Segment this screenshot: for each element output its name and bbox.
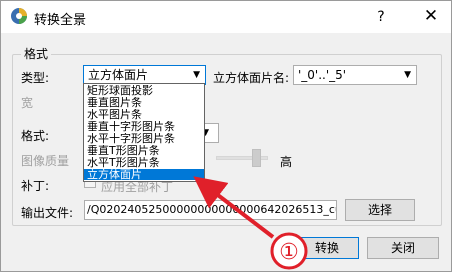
dropdown-option-equirectangular[interactable]: 矩形球面投影	[84, 85, 204, 96]
type-label: 类型:	[21, 71, 50, 85]
close-window-button[interactable]: ✕	[421, 6, 441, 26]
format-group-title: 格式	[21, 45, 52, 62]
dropdown-option-vertical-t[interactable]: 垂直T形图片条	[84, 145, 204, 156]
face-name-select[interactable]: '_0'..'_5' ▼	[293, 65, 417, 85]
dropdown-option-horizontal-strip[interactable]: 水平图片条	[84, 109, 204, 120]
type-dropdown-list: 矩形球面投影 垂直图片条 水平图片条 垂直十字形图片条 水平十字形图片条 垂直T…	[83, 83, 205, 182]
dropdown-option-cube-faces[interactable]: 立方体面片	[84, 169, 204, 180]
convert-panorama-dialog: 转换全景 ? ✕ 格式 类型: 立方体面片 ▼ 立方体面片名: '_0'..'_…	[0, 0, 452, 272]
type-select[interactable]: 立方体面片 ▼	[83, 65, 206, 85]
dropdown-option-vertical-cross[interactable]: 垂直十字形图片条	[84, 121, 204, 132]
convert-button[interactable]: 转换	[295, 237, 359, 259]
close-button[interactable]: 关闭	[367, 237, 439, 259]
quality-label: 图像质量	[21, 154, 70, 168]
app-icon	[11, 8, 27, 24]
quality-slider-thumb[interactable]	[252, 149, 261, 167]
chevron-down-icon: ▼	[404, 70, 411, 80]
dropdown-option-vertical-strip[interactable]: 垂直图片条	[84, 97, 204, 108]
output-file-field[interactable]: /Q02024052500000000000000642026513_cube.…	[84, 200, 337, 220]
dropdown-option-horizontal-t[interactable]: 水平T形图片条	[84, 157, 204, 168]
window-title: 转换全景	[34, 13, 87, 28]
format-label: 格式:	[21, 129, 50, 143]
quality-high-label: 高	[280, 155, 293, 169]
chevron-down-icon: ▼	[193, 70, 200, 80]
face-name-label: 立方体面片名:	[213, 71, 290, 85]
title-bar: 转换全景 ? ✕	[1, 1, 451, 33]
help-button[interactable]: ?	[373, 9, 389, 25]
width-label: 宽	[21, 96, 34, 110]
dropdown-option-horizontal-cross[interactable]: 水平十字形图片条	[84, 133, 204, 144]
patch-label: 补丁:	[21, 179, 50, 193]
face-name-value: '_0'..'_5'	[298, 68, 347, 82]
type-select-value: 立方体面片	[88, 68, 149, 82]
output-file-label: 输出文件:	[21, 206, 74, 220]
browse-button[interactable]: 选择	[345, 199, 415, 221]
